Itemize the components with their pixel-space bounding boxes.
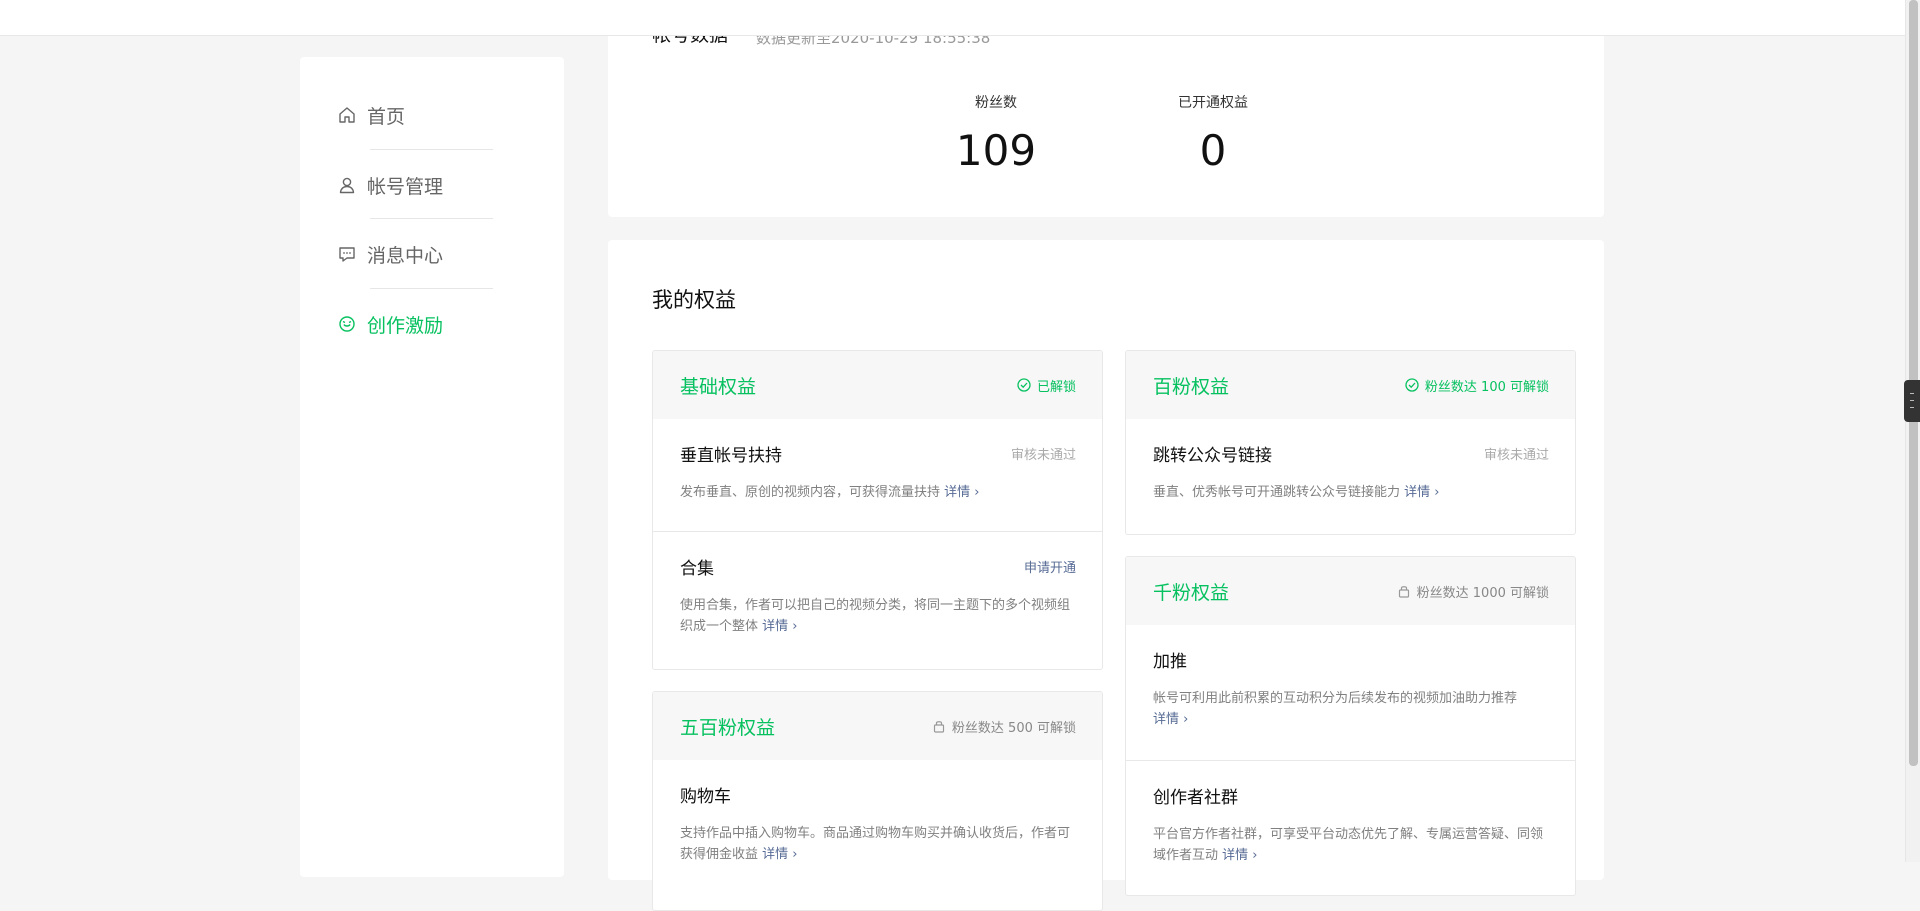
hundred-fans-rights-card: 百粉权益 粉丝数达 100 可解锁 跳转公众号链接 审核未通过 垂直、优秀帐号可… bbox=[1125, 350, 1576, 535]
item-name: 购物车 bbox=[680, 787, 731, 807]
side-panel-handle[interactable] bbox=[1904, 380, 1920, 422]
home-icon bbox=[338, 106, 356, 124]
item-name: 合集 bbox=[680, 559, 714, 579]
check-circle-icon bbox=[1017, 378, 1031, 392]
item-description: 垂直、优秀帐号可开通跳转公众号链接能力 详情 › bbox=[1153, 482, 1549, 503]
sidebar-item-label: 创作激励 bbox=[367, 314, 444, 337]
card-header: 基础权益 已解锁 bbox=[653, 351, 1102, 419]
check-circle-icon bbox=[1405, 378, 1419, 392]
incentive-icon bbox=[338, 315, 356, 333]
sidebar: 首页 帐号管理 消息中心 创作激励 bbox=[300, 57, 564, 877]
stat-label: 粉丝数 bbox=[975, 95, 1017, 111]
status-text: 粉丝数达 1000 可解锁 bbox=[1416, 585, 1549, 601]
thousand-fans-rights-card: 千粉权益 粉丝数达 1000 可解锁 加推 帐号可利用此前积累的互动积分为后续发… bbox=[1125, 556, 1576, 896]
right-item: 加推 帐号可利用此前积累的互动积分为后续发布的视频加油助力推荐 详情 › bbox=[1126, 625, 1575, 761]
item-state: 审核未通过 bbox=[1483, 448, 1549, 463]
card-title: 五百粉权益 bbox=[680, 716, 776, 739]
sidebar-item-label: 帐号管理 bbox=[367, 175, 444, 198]
status-text: 粉丝数达 100 可解锁 bbox=[1424, 379, 1549, 395]
item-name: 创作者社群 bbox=[1153, 788, 1238, 808]
details-link[interactable]: 详情 › bbox=[1404, 485, 1439, 500]
item-description: 使用合集，作者可以把自己的视频分类，将同一主题下的多个视频组织成一个整体 详情 … bbox=[680, 595, 1076, 637]
stat-followers: 粉丝数 109 bbox=[916, 92, 1076, 175]
details-link[interactable]: 详情 › bbox=[762, 619, 797, 634]
stat-opened-rights: 已开通权益 0 bbox=[1133, 92, 1293, 175]
desc-text: 垂直、优秀帐号可开通跳转公众号链接能力 bbox=[1153, 485, 1401, 500]
sidebar-item-home[interactable]: 首页 bbox=[338, 80, 493, 150]
details-link[interactable]: 详情 › bbox=[944, 485, 979, 500]
unlock-status: 已解锁 bbox=[1017, 376, 1076, 395]
right-item: 垂直帐号扶持 审核未通过 发布垂直、原创的视频内容，可获得流量扶持 详情 › bbox=[653, 419, 1102, 532]
details-link[interactable]: 详情 › bbox=[762, 847, 797, 862]
basic-rights-card: 基础权益 已解锁 垂直帐号扶持 审核未通过 发布垂直、原创的视频内容，可获得流量… bbox=[652, 350, 1103, 670]
item-name: 加推 bbox=[1153, 652, 1187, 672]
desc-text: 帐号可利用此前积累的互动积分为后续发布的视频加油助力推荐 bbox=[1153, 691, 1518, 706]
lock-icon bbox=[932, 719, 946, 733]
card-header: 五百粉权益 粉丝数达 500 可解锁 bbox=[653, 692, 1102, 760]
my-rights-title: 我的权益 bbox=[652, 288, 736, 312]
item-name: 垂直帐号扶持 bbox=[680, 446, 782, 466]
right-item: 购物车 支持作品中插入购物车。商品通过购物车购买并确认收货后，作者可获得佣金收益… bbox=[653, 760, 1102, 910]
item-description: 发布垂直、原创的视频内容，可获得流量扶持 详情 › bbox=[680, 482, 1076, 503]
item-description: 帐号可利用此前积累的互动积分为后续发布的视频加油助力推荐 详情 › bbox=[1153, 688, 1549, 730]
sidebar-item-label: 首页 bbox=[367, 105, 406, 128]
item-state: 审核未通过 bbox=[1010, 448, 1076, 463]
status-text: 已解锁 bbox=[1036, 379, 1076, 395]
right-item: 创作者社群 平台官方作者社群，可享受平台动态优先了解、专属运营答疑、同领域作者互… bbox=[1126, 761, 1575, 895]
item-description: 平台官方作者社群，可享受平台动态优先了解、专属运营答疑、同领域作者互动 详情 › bbox=[1153, 824, 1549, 866]
my-rights-panel: 我的权益 基础权益 已解锁 垂直帐号扶持 审核未通过 发布垂直、原创的视频内容，… bbox=[608, 240, 1604, 911]
right-item: 合集 申请开通 使用合集，作者可以把自己的视频分类，将同一主题下的多个视频组织成… bbox=[653, 532, 1102, 668]
unlock-status: 粉丝数达 100 可解锁 bbox=[1405, 376, 1549, 395]
details-link[interactable]: 详情 › bbox=[1153, 712, 1188, 727]
desc-text: 发布垂直、原创的视频内容，可获得流量扶持 bbox=[680, 485, 941, 500]
item-description: 支持作品中插入购物车。商品通过购物车购买并确认收货后，作者可获得佣金收益 详情 … bbox=[680, 823, 1076, 865]
details-link[interactable]: 详情 › bbox=[1222, 848, 1257, 863]
message-icon bbox=[338, 245, 356, 263]
sidebar-item-account[interactable]: 帐号管理 bbox=[338, 150, 493, 220]
sidebar-item-label: 消息中心 bbox=[367, 244, 444, 267]
top-header-bar bbox=[0, 0, 1905, 36]
unlock-status: 粉丝数达 500 可解锁 bbox=[932, 717, 1076, 736]
five-hundred-fans-rights-card: 五百粉权益 粉丝数达 500 可解锁 购物车 支持作品中插入购物车。商品通过购物… bbox=[652, 691, 1103, 911]
item-name: 跳转公众号链接 bbox=[1153, 446, 1272, 466]
desc-text: 平台官方作者社群，可享受平台动态优先了解、专属运营答疑、同领域作者互动 bbox=[1153, 827, 1544, 863]
desc-text: 使用合集，作者可以把自己的视频分类，将同一主题下的多个视频组织成一个整体 bbox=[680, 598, 1071, 634]
sidebar-item-messages[interactable]: 消息中心 bbox=[338, 219, 493, 289]
lock-icon bbox=[1397, 584, 1411, 598]
sidebar-item-incentive[interactable]: 创作激励 bbox=[338, 289, 493, 359]
card-title: 百粉权益 bbox=[1153, 375, 1230, 398]
apply-button[interactable]: 申请开通 bbox=[1024, 557, 1076, 576]
card-header: 千粉权益 粉丝数达 1000 可解锁 bbox=[1126, 557, 1575, 625]
vertical-scrollbar[interactable] bbox=[1905, 0, 1920, 862]
unlock-status: 粉丝数达 1000 可解锁 bbox=[1397, 582, 1549, 601]
stat-value: 109 bbox=[955, 126, 1037, 175]
desc-text: 支持作品中插入购物车。商品通过购物车购买并确认收货后，作者可获得佣金收益 bbox=[680, 826, 1071, 862]
status-text: 粉丝数达 500 可解锁 bbox=[951, 720, 1076, 736]
stat-label: 已开通权益 bbox=[1178, 95, 1248, 111]
card-header: 百粉权益 粉丝数达 100 可解锁 bbox=[1126, 351, 1575, 419]
stat-value: 0 bbox=[1199, 126, 1227, 175]
right-item: 跳转公众号链接 审核未通过 垂直、优秀帐号可开通跳转公众号链接能力 详情 › bbox=[1126, 419, 1575, 534]
user-icon bbox=[338, 176, 356, 194]
card-title: 基础权益 bbox=[680, 375, 757, 398]
card-title: 千粉权益 bbox=[1153, 581, 1230, 604]
